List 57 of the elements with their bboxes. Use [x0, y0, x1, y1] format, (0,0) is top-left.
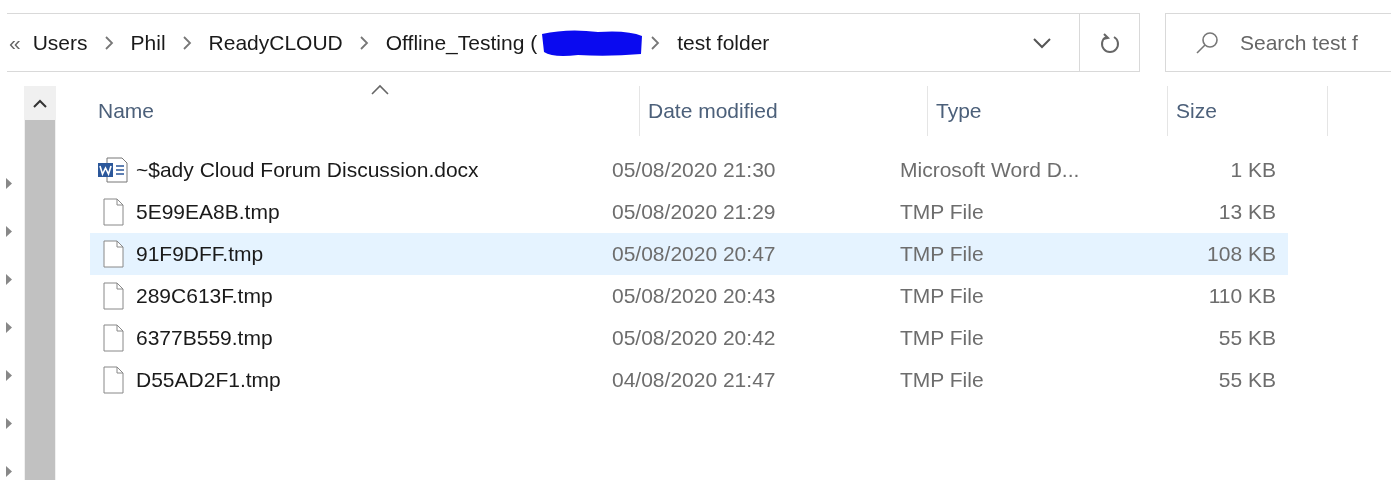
file-row[interactable]: ~$ady Cloud Forum Discussion.docx 05/08/2020 21:30 Microsoft Word D... 1 KB — [90, 149, 1288, 191]
column-header[interactable]: Type — [928, 86, 1168, 136]
date-cell-text: 05/08/2020 20:43 — [612, 283, 777, 310]
chevron-icon — [182, 35, 192, 50]
file-name: ~$ady Cloud Forum Discussion.docx — [136, 157, 479, 184]
refresh-icon — [1099, 31, 1120, 54]
chevron-icon — [359, 35, 369, 50]
size-cell-text: 55 KB — [1217, 367, 1276, 394]
expand-arrow-icon[interactable] — [6, 178, 12, 189]
file-row[interactable]: 5E99EA8B.tmp 05/08/2020 21:29 TMP File 13 KB — [90, 191, 1288, 233]
breadcrumb-item[interactable]: Phil — [130, 26, 166, 59]
type-cell-text: Microsoft Word D... — [900, 157, 1081, 184]
type-cell-text: TMP File — [900, 367, 985, 394]
size-cell-text: 1 KB — [1229, 157, 1276, 184]
type-cell-text: TMP File — [900, 283, 985, 310]
chevron-icon — [651, 35, 661, 50]
type-cell-text: TMP File — [900, 325, 985, 352]
word-document-icon — [98, 157, 128, 183]
date-cell-text: 05/08/2020 20:42 — [612, 325, 777, 352]
date-cell-text: 05/08/2020 20:47 — [612, 241, 777, 268]
date-cell-text: 05/08/2020 21:30 — [612, 157, 777, 184]
expand-arrow-icon[interactable] — [6, 466, 12, 477]
size-cell-text: 13 KB — [1217, 199, 1276, 226]
size-cell-text: 55 KB — [1217, 325, 1276, 352]
date-cell-text: 04/08/2020 21:47 — [612, 367, 777, 394]
expand-arrow-icon[interactable] — [6, 226, 12, 237]
breadcrumb-item[interactable]: Users — [32, 26, 88, 59]
file-name: 91F9DFF.tmp — [136, 241, 264, 268]
expand-arrow-icon[interactable] — [6, 418, 12, 429]
expand-arrow-icon[interactable] — [6, 370, 12, 381]
file-row[interactable]: D55AD2F1.tmp 04/08/2020 21:47 TMP File 55 KB — [90, 359, 1288, 401]
column-header[interactable]: Size — [1168, 86, 1328, 136]
size-cell-text: 110 KB — [1207, 283, 1276, 310]
breadcrumb-item[interactable]: ReadyCLOUD — [208, 26, 343, 59]
file-name: D55AD2F1.tmp — [136, 367, 281, 394]
column-header[interactable]: Name — [90, 86, 640, 136]
file-name: 5E99EA8B.tmp — [136, 199, 280, 226]
file-row[interactable]: 91F9DFF.tmp 05/08/2020 20:47 TMP File 108 KB — [90, 233, 1288, 275]
date-cell-text: 05/08/2020 21:29 — [612, 199, 777, 226]
expand-arrow-icon[interactable] — [6, 322, 12, 333]
breadcrumb-item[interactable]: Offline_Testing ( — [385, 26, 645, 59]
search-icon — [1194, 29, 1220, 56]
address-bar[interactable]: « Users Phil ReadyCLOUD Offline_Testing ( test folder — [7, 13, 1140, 72]
column-header[interactable]: Date modified — [640, 86, 928, 136]
overflow-chevron[interactable]: « — [9, 26, 21, 59]
file-row[interactable]: 289C613F.tmp 05/08/2020 20:43 TMP File 110 KB — [90, 275, 1288, 317]
file-name: 6377B559.tmp — [136, 325, 273, 352]
file-name: 289C613F.tmp — [136, 283, 273, 310]
expand-arrow-icon[interactable] — [6, 274, 12, 285]
type-cell-text: TMP File — [900, 199, 985, 226]
search-field[interactable]: Search test f — [1165, 13, 1391, 72]
chevron-icon — [104, 35, 114, 50]
size-cell-text: 108 KB — [1206, 241, 1276, 268]
breadcrumb-item[interactable]: test folder — [677, 26, 770, 59]
scrollbar-thumb[interactable] — [25, 120, 55, 480]
type-cell-text: TMP File — [900, 241, 985, 268]
file-row[interactable]: 6377B559.tmp 05/08/2020 20:42 TMP File 55 KB — [90, 317, 1288, 359]
